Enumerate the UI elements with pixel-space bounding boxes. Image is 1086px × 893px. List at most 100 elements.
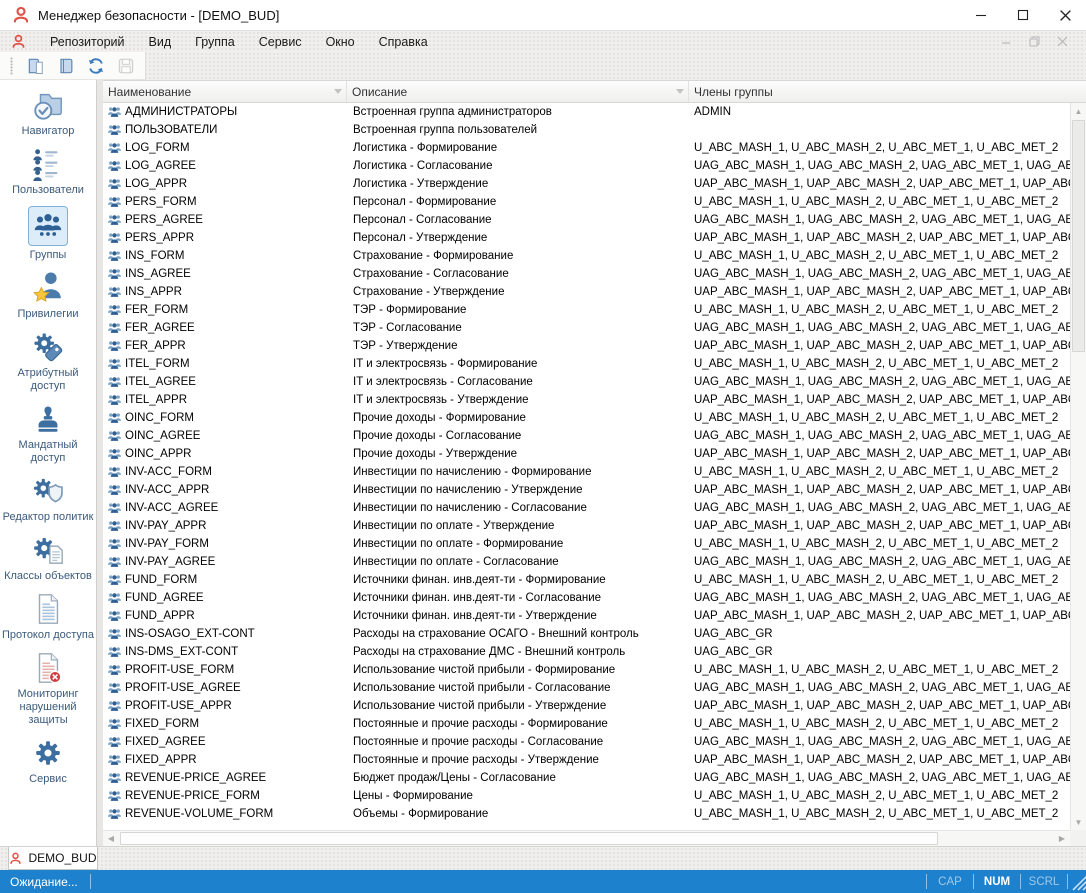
table-row[interactable]: FUND_AGREE Источники финан. инв.деят-ти -…: [103, 589, 1070, 607]
table-row[interactable]: INS-DMS_EXT-CONT Расходы на страхование Д…: [103, 643, 1070, 661]
mdi-close-button[interactable]: [1048, 32, 1076, 52]
toolbar-grip[interactable]: [10, 56, 13, 75]
close-repository-button[interactable]: [55, 55, 77, 77]
menu-help[interactable]: Справка: [367, 31, 440, 53]
group-icon: [107, 520, 122, 532]
table-row[interactable]: OINC_FORM Прочие доходы - Формирование U_A…: [103, 409, 1070, 427]
sort-arrow-icon[interactable]: [676, 89, 684, 94]
table-row[interactable]: FER_AGREE ТЭР - Согласование UAG_ABC_MASH_…: [103, 319, 1070, 337]
table-row[interactable]: FIXED_AGREE Постоянные и прочие расходы -…: [103, 733, 1070, 751]
table-row[interactable]: PROFIT-USE_APPR Использование чистой приб…: [103, 697, 1070, 715]
menu-service[interactable]: Сервис: [247, 31, 314, 53]
table-row[interactable]: INV-PAY_AGREE Инвестиции по оплате - Согл…: [103, 553, 1070, 571]
table-row[interactable]: PROFIT-USE_AGREE Использование чистой при…: [103, 679, 1070, 697]
table-row[interactable]: INS_AGREE Страхование - Согласование UAG_A…: [103, 265, 1070, 283]
table-row[interactable]: OINC_APPR Прочие доходы - Утверждение UAP_…: [103, 445, 1070, 463]
menu-group[interactable]: Группа: [183, 31, 247, 53]
vertical-scrollbar[interactable]: ▲ ▼: [1070, 103, 1086, 830]
sidebar-item-privileges[interactable]: Привилегии: [0, 271, 96, 321]
group-icon: [107, 160, 122, 172]
table-row[interactable]: LOG_FORM Логистика - Формирование U_ABC_MA…: [103, 139, 1070, 157]
tab-demo-bud[interactable]: DEMO_BUD: [8, 847, 98, 870]
group-name-cell: FIXED_APPR: [103, 754, 347, 766]
horizontal-scrollbar-thumb[interactable]: [120, 832, 938, 845]
column-header-members[interactable]: Члены группы: [689, 81, 1086, 102]
column-header-description[interactable]: Описание: [347, 81, 689, 102]
column-header-name[interactable]: Наименование: [103, 81, 347, 102]
group-name: REVENUE-PRICE_FORM: [125, 790, 260, 802]
group-name-cell: INV-PAY_APPR: [103, 520, 347, 532]
table-row[interactable]: LOG_APPR Логистика - Утверждение UAP_ABC_M…: [103, 175, 1070, 193]
sidebar-item-label: Сервис: [29, 773, 67, 785]
table-row[interactable]: PERS_APPR Персонал - Утверждение UAP_ABC_M…: [103, 229, 1070, 247]
menu-view[interactable]: Вид: [137, 31, 184, 53]
open-repository-button[interactable]: [25, 55, 47, 77]
table-row[interactable]: FER_APPR ТЭР - Утверждение UAP_ABC_MASH_1,…: [103, 337, 1070, 355]
table-row[interactable]: ITEL_APPR IT и электросвязь - Утверждение…: [103, 391, 1070, 409]
table-row[interactable]: FUND_FORM Источники финан. инв.деят-ти - …: [103, 571, 1070, 589]
group-name: FUND_APPR: [125, 610, 195, 622]
maximize-button[interactable]: [1002, 0, 1044, 30]
table-row[interactable]: PERS_AGREE Персонал - Согласование UAG_ABC…: [103, 211, 1070, 229]
num-lock-indicator: NUM: [983, 875, 1011, 888]
table-row[interactable]: INV-PAY_FORM Инвестиции по оплате - Форми…: [103, 535, 1070, 553]
sidebar-item-access-protocol[interactable]: Протокол доступа: [0, 592, 96, 642]
mdi-minimize-button[interactable]: [992, 32, 1020, 52]
table-row[interactable]: INV-ACC_APPR Инвестиции по начислению - У…: [103, 481, 1070, 499]
sidebar-item-violation-monitoring[interactable]: Мониторинг нарушений защиты: [0, 651, 96, 727]
table-row[interactable]: INV-ACC_AGREE Инвестиции по начислению - …: [103, 499, 1070, 517]
sidebar-item-label: Группы: [29, 249, 67, 261]
refresh-button[interactable]: [85, 55, 107, 77]
table-row[interactable]: INS_APPR Страхование - Утверждение UAP_ABC…: [103, 283, 1070, 301]
sidebar-item-service[interactable]: Сервис: [0, 736, 96, 786]
close-repository-icon: [56, 56, 76, 76]
table-row[interactable]: INV-PAY_APPR Инвестиции по оплате - Утвер…: [103, 517, 1070, 535]
vertical-scrollbar-thumb[interactable]: [1072, 120, 1085, 352]
resize-grip[interactable]: [1068, 870, 1086, 893]
table-row[interactable]: ПОЛЬЗОВАТЕЛИ Встроенная группа пользовате…: [103, 121, 1070, 139]
table-row[interactable]: АДМИНИСТРАТОРЫ Встроенная группа админист…: [103, 103, 1070, 121]
table-row[interactable]: INS-OSAGO_EXT-CONT Расходы на страхование…: [103, 625, 1070, 643]
menu-window[interactable]: Окно: [314, 31, 367, 53]
sidebar-item-groups[interactable]: Группы: [0, 206, 96, 262]
group-icon: [107, 196, 122, 208]
table-row[interactable]: OINC_AGREE Прочие доходы - Согласование UA…: [103, 427, 1070, 445]
close-button[interactable]: [1044, 0, 1086, 30]
sidebar-item-attribute-access[interactable]: Атрибутный доступ: [0, 330, 96, 393]
sidebar-item-mandatory-access[interactable]: Мандатный доступ: [0, 402, 96, 465]
minimize-button[interactable]: [960, 0, 1002, 30]
menu-repository[interactable]: Репозиторий: [38, 31, 137, 53]
table-row[interactable]: ITEL_FORM IT и электросвязь - Формировани…: [103, 355, 1070, 373]
table-row[interactable]: ITEL_AGREE IT и электросвязь - Согласован…: [103, 373, 1070, 391]
group-icon: [107, 430, 122, 442]
table-row[interactable]: FUND_APPR Источники финан. инв.деят-ти - …: [103, 607, 1070, 625]
sidebar-item-navigator[interactable]: Навигатор: [0, 88, 96, 138]
group-name-cell: FER_APPR: [103, 340, 347, 352]
table-row[interactable]: LOG_AGREE Логистика - Согласование UAG_ABC…: [103, 157, 1070, 175]
table-row[interactable]: PROFIT-USE_FORM Использование чистой приб…: [103, 661, 1070, 679]
table-row[interactable]: INV-ACC_FORM Инвестиции по начислению - Ф…: [103, 463, 1070, 481]
mandatory-access-icon: [31, 402, 65, 436]
sidebar-item-policy-editor[interactable]: Редактор политик: [0, 474, 96, 524]
scroll-left-icon[interactable]: ◀: [103, 831, 119, 846]
group-description-cell: Логистика - Утверждение: [353, 178, 489, 190]
scroll-down-icon[interactable]: ▼: [1071, 814, 1086, 830]
sidebar-item-object-classes[interactable]: Классы объектов: [0, 533, 96, 583]
table-row[interactable]: REVENUE-PRICE_AGREE Бюджет продаж/Цены - …: [103, 769, 1070, 787]
horizontal-scrollbar[interactable]: ◀ ▶: [103, 830, 1070, 846]
save-button[interactable]: [115, 55, 137, 77]
table-row[interactable]: INS_FORM Страхование - Формирование U_ABC_…: [103, 247, 1070, 265]
table-row[interactable]: FIXED_FORM Постоянные и прочие расходы - …: [103, 715, 1070, 733]
group-name-cell: PERS_APPR: [103, 232, 347, 244]
sort-arrow-icon[interactable]: [334, 89, 342, 94]
sidebar-item-users[interactable]: Пользователи: [0, 147, 96, 197]
mdi-restore-button[interactable]: [1020, 32, 1048, 52]
table-row[interactable]: FER_FORM ТЭР - Формирование U_ABC_MASH_1, …: [103, 301, 1070, 319]
table-row[interactable]: FIXED_APPR Постоянные и прочие расходы - …: [103, 751, 1070, 769]
table-row[interactable]: PERS_FORM Персонал - Формирование U_ABC_MA…: [103, 193, 1070, 211]
table-row[interactable]: REVENUE-VOLUME_FORM Объемы - Формирование…: [103, 805, 1070, 823]
caps-lock-indicator: CAP: [938, 875, 962, 888]
scroll-right-icon[interactable]: ▶: [1054, 831, 1070, 846]
table-row[interactable]: REVENUE-PRICE_FORM Цены - Формирование U_A…: [103, 787, 1070, 805]
scroll-up-icon[interactable]: ▲: [1071, 103, 1086, 119]
